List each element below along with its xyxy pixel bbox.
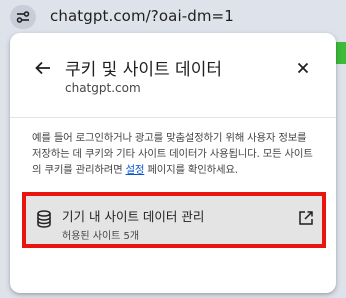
open-in-new-icon xyxy=(298,210,314,230)
manage-site-data-button[interactable]: 기기 내 사이트 데이터 관리 허용된 사이트 5개 xyxy=(22,192,326,248)
popup-title: 쿠키 및 사이트 데이터 xyxy=(65,60,222,80)
close-button[interactable] xyxy=(292,57,314,79)
close-icon xyxy=(292,62,314,83)
extension-indicator xyxy=(336,42,346,64)
cookies-popup: 쿠키 및 사이트 데이터 chatgpt.com 예를 들어 로그인하거나 광고… xyxy=(10,33,336,293)
manage-title: 기기 내 사이트 데이터 관리 xyxy=(62,209,205,224)
description-after-link: 페이지를 확인하세요. xyxy=(144,164,238,176)
site-info-button[interactable] xyxy=(10,5,36,29)
address-bar: chatgpt.com/?oai-dm=1 xyxy=(0,0,346,34)
popup-subtitle: chatgpt.com xyxy=(65,81,141,95)
back-button[interactable] xyxy=(32,57,54,79)
settings-link[interactable]: 설정 xyxy=(126,164,145,176)
divider xyxy=(10,117,336,118)
arrow-left-icon xyxy=(32,61,54,83)
database-icon xyxy=(36,210,52,232)
description-text: 예를 들어 로그인하거나 광고를 맞춤설정하기 위해 사용자 정보를 저장하는 … xyxy=(32,130,318,178)
manage-subtitle: 허용된 사이트 5개 xyxy=(62,231,140,242)
url-text[interactable]: chatgpt.com/?oai-dm=1 xyxy=(50,7,234,25)
